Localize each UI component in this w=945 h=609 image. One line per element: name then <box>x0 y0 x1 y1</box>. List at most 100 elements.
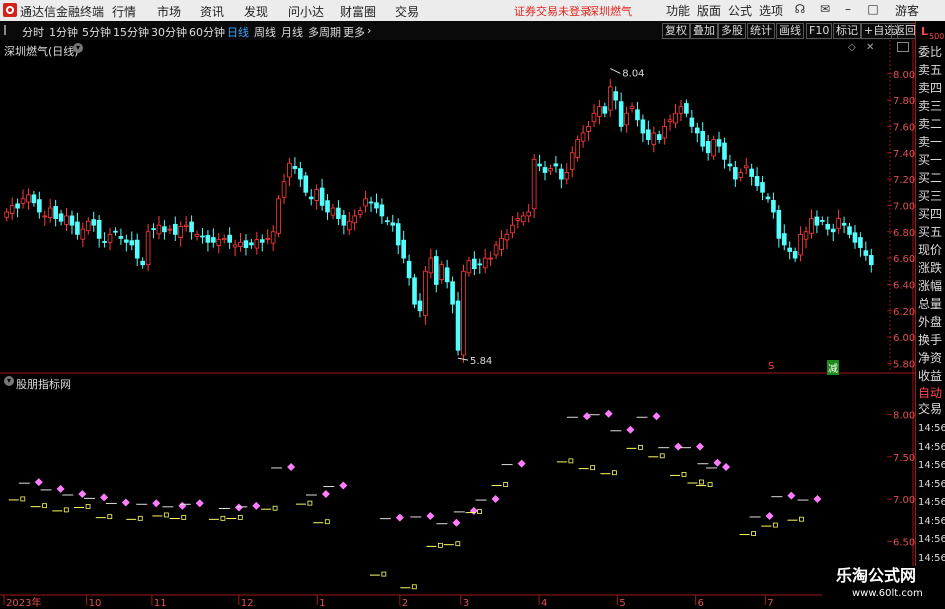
maximize-icon[interactable]: □ <box>866 2 880 18</box>
tool-f10[interactable]: F10 <box>806 23 833 39</box>
period-1min[interactable]: 1分钟 <box>49 24 78 40</box>
period-60min[interactable]: 60分钟 <box>189 24 225 40</box>
candle-body <box>379 204 385 217</box>
menu-gongshi[interactable]: 公式 <box>728 2 752 19</box>
tool-duogu[interactable]: 多股 <box>718 23 746 39</box>
x-tick-label: 2 <box>402 598 408 609</box>
candle-body <box>9 205 15 214</box>
tick-time: 14:56 <box>918 497 945 508</box>
candle-body <box>868 255 874 266</box>
auto-label[interactable]: 自动 <box>918 386 945 400</box>
candle-body <box>662 126 667 139</box>
quote-label: 卖五 <box>918 63 943 77</box>
candle-body <box>542 167 548 173</box>
tool-tongji[interactable]: 统计 <box>747 23 775 39</box>
x-tick-label: 6 <box>698 598 704 609</box>
candle-body <box>771 200 776 213</box>
chevron-right-icon[interactable]: › <box>367 24 371 37</box>
menu-wenxiaoda[interactable]: 问小达 <box>288 3 324 20</box>
mail-icon[interactable]: ✉ <box>818 2 832 18</box>
menu-hangqing[interactable]: 行情 <box>112 3 136 20</box>
candle-body <box>319 187 325 206</box>
candle-body <box>107 233 113 243</box>
kline-chart[interactable]: 8.00 7.80 7.60 7.40 7.20 7.00 6.80 6.60 6.40 6.20… <box>0 40 915 609</box>
candle-body <box>227 234 232 243</box>
quote-label: 收益 <box>918 369 943 383</box>
period-weekly[interactable]: 周线 <box>254 24 276 40</box>
y-tick-label: 7.00 <box>893 201 915 212</box>
tool-fuquan[interactable]: 复权 <box>662 23 690 39</box>
x-tick-label: 12 <box>241 598 254 609</box>
candle-body <box>281 181 287 198</box>
candle-body <box>673 112 678 124</box>
candle-body <box>292 166 298 169</box>
sell-marker: S <box>768 361 775 372</box>
menu-zixun[interactable]: 资讯 <box>200 3 224 20</box>
period-fenshi[interactable]: 分时 <box>22 24 44 40</box>
candle-body <box>488 257 493 260</box>
candle-body <box>151 228 156 230</box>
period-monthly[interactable]: 月线 <box>281 24 303 40</box>
menu-faxian[interactable]: 发现 <box>244 3 268 20</box>
candle-body <box>395 223 401 246</box>
period-15min[interactable]: 15分钟 <box>113 24 149 40</box>
candle-body <box>325 200 330 213</box>
stock-name-title: 深圳燃气 <box>588 5 632 18</box>
menu-banmian[interactable]: 版面 <box>697 2 721 19</box>
headset-icon[interactable]: ☊ <box>793 2 807 18</box>
candle-body <box>140 260 145 266</box>
chevron-down-icon[interactable]: ▾ <box>73 43 83 53</box>
candle-body <box>64 215 69 225</box>
minimize-icon[interactable]: – <box>841 2 855 18</box>
candle-body <box>841 222 847 226</box>
watermark-title: 乐淘公式网 <box>836 566 917 585</box>
candle-body <box>42 215 48 218</box>
candle-body <box>472 258 477 270</box>
candle-body <box>167 228 173 231</box>
low-label: 5.84 <box>470 356 492 367</box>
candle-body <box>238 241 243 247</box>
candle-body <box>499 237 504 251</box>
menu-xuanxiang[interactable]: 选项 <box>759 2 783 19</box>
period-more[interactable]: 更多 <box>343 24 365 40</box>
candle-body <box>809 218 814 234</box>
close-icon[interactable]: ✕ <box>866 42 874 53</box>
corner-label: L <box>921 25 929 38</box>
candle-body <box>455 300 461 351</box>
window-icon[interactable] <box>897 42 909 52</box>
candle-body <box>417 300 423 312</box>
menu-gongneng[interactable]: 功能 <box>666 2 690 19</box>
tool-diejia[interactable]: 叠加 <box>690 23 718 39</box>
candle-body <box>31 194 37 204</box>
candle-body <box>134 239 140 259</box>
high-label: 8.04 <box>622 68 644 79</box>
tool-huaxian[interactable]: 画线 <box>776 23 804 39</box>
candle-body <box>651 132 657 145</box>
menu-jiaoyi[interactable]: 交易 <box>395 3 419 20</box>
period-5min[interactable]: 5分钟 <box>82 24 111 40</box>
candle-body <box>477 263 483 266</box>
trade-label[interactable]: 交易 <box>918 402 945 416</box>
tool-biaoji[interactable]: 标记 <box>833 23 861 39</box>
menu-caifuquan[interactable]: 财富圈 <box>340 3 376 20</box>
indicator-dropdown-icon[interactable]: ▾ <box>4 376 14 386</box>
candle-body <box>15 203 20 209</box>
period-multi[interactable]: 多周期 <box>308 24 341 40</box>
candle-body <box>520 215 526 223</box>
period-30min[interactable]: 30分钟 <box>151 24 187 40</box>
y-tick-label: 6.50 <box>893 537 915 548</box>
quote-label: 买二 <box>918 171 943 185</box>
candle-body <box>200 235 205 238</box>
guest-button[interactable]: 游客 <box>895 2 919 19</box>
candle-body <box>69 215 75 226</box>
diamond-icon[interactable]: ◇ <box>848 42 856 53</box>
candle-body <box>80 228 86 240</box>
candle-body <box>276 198 281 234</box>
period-daily[interactable]: 日线 <box>227 24 249 40</box>
menu-shichang[interactable]: 市场 <box>157 3 181 20</box>
candle-body <box>836 218 841 229</box>
candle-body <box>47 207 53 218</box>
quote-label: 涨幅 <box>918 279 943 293</box>
trade-login-notice[interactable]: 证券交易未登录 <box>514 3 591 19</box>
x-tick-label: 4 <box>541 598 547 609</box>
